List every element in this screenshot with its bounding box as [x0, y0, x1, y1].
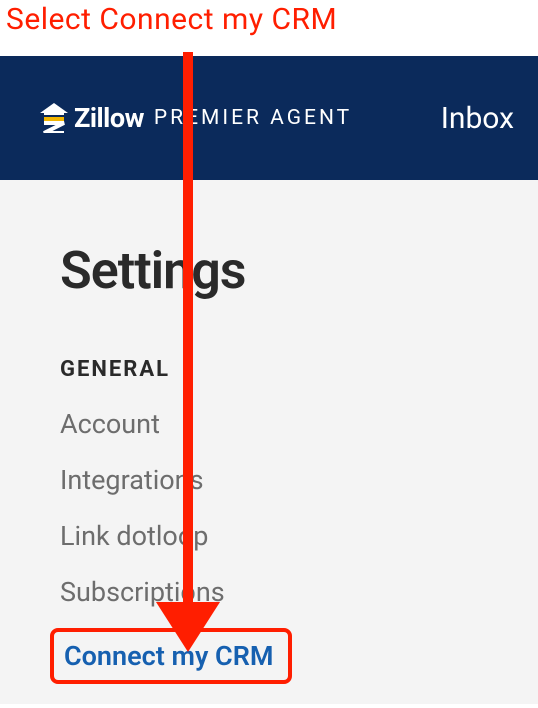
- zillow-logo-icon: [40, 103, 68, 133]
- nav-item-subscriptions[interactable]: Subscriptions: [60, 576, 538, 608]
- app-header: Zillow PREMIER AGENT Inbox: [0, 56, 538, 180]
- instruction-annotation: Select Connect my CRM: [6, 2, 337, 37]
- settings-content: Settings GENERAL Account Integrations Li…: [0, 180, 538, 704]
- section-label-general: GENERAL: [60, 357, 538, 382]
- page-title: Settings: [60, 240, 538, 301]
- brand-name-zillow: Zillow: [74, 102, 144, 134]
- nav-item-account[interactable]: Account: [60, 408, 538, 440]
- annotation-arrow-head-icon: [156, 602, 220, 652]
- brand-block: Zillow PREMIER AGENT: [40, 102, 352, 134]
- settings-nav-list: Account Integrations Link dotloop Subscr…: [60, 408, 538, 708]
- nav-item-integrations[interactable]: Integrations: [60, 464, 538, 496]
- annotation-arrow-shaft: [183, 52, 193, 618]
- inbox-link[interactable]: Inbox: [441, 101, 514, 136]
- nav-item-link-dotloop[interactable]: Link dotloop: [60, 520, 538, 552]
